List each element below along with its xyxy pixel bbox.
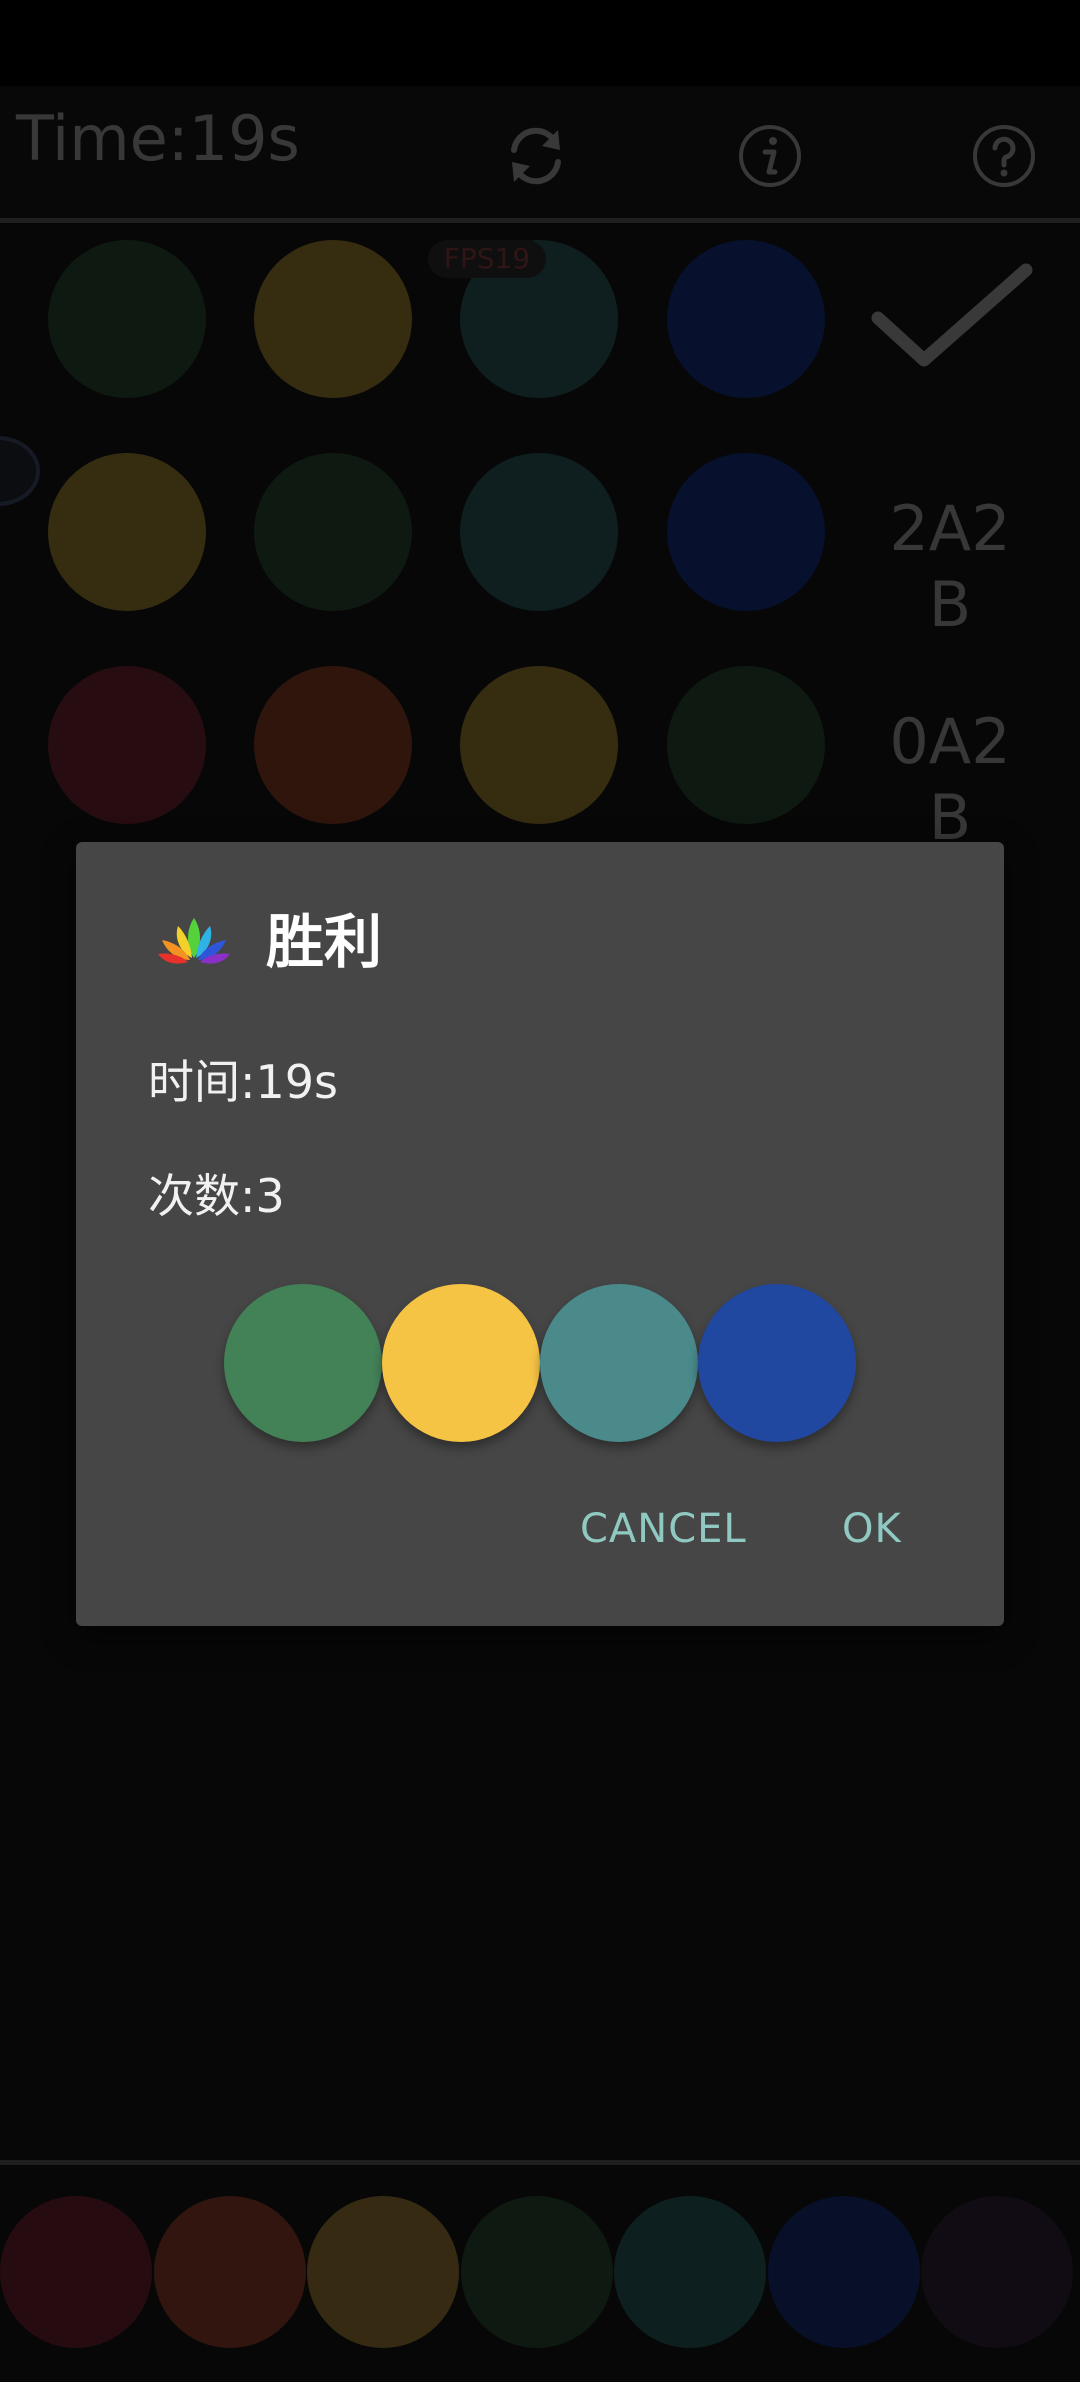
victory-dialog: 胜利 时间:19s 次数:3 CANCEL OK: [76, 842, 1004, 1626]
ok-button[interactable]: OK: [842, 1504, 902, 1554]
answer-peg: [698, 1284, 856, 1442]
cancel-button[interactable]: CANCEL: [580, 1504, 747, 1554]
app-screen: Time:19s FPS19 2A2 B 0A2 B 胜利 时间:19s 次数:…: [0, 0, 1080, 2382]
elapsed-time-text: 时间:19s: [148, 1055, 338, 1109]
answer-peg: [224, 1284, 382, 1442]
lotus-logo-icon: [158, 918, 230, 964]
answer-peg: [382, 1284, 540, 1442]
dialog-title: 胜利: [266, 908, 383, 976]
attempt-count-text: 次数:3: [148, 1169, 285, 1223]
answer-peg: [540, 1284, 698, 1442]
